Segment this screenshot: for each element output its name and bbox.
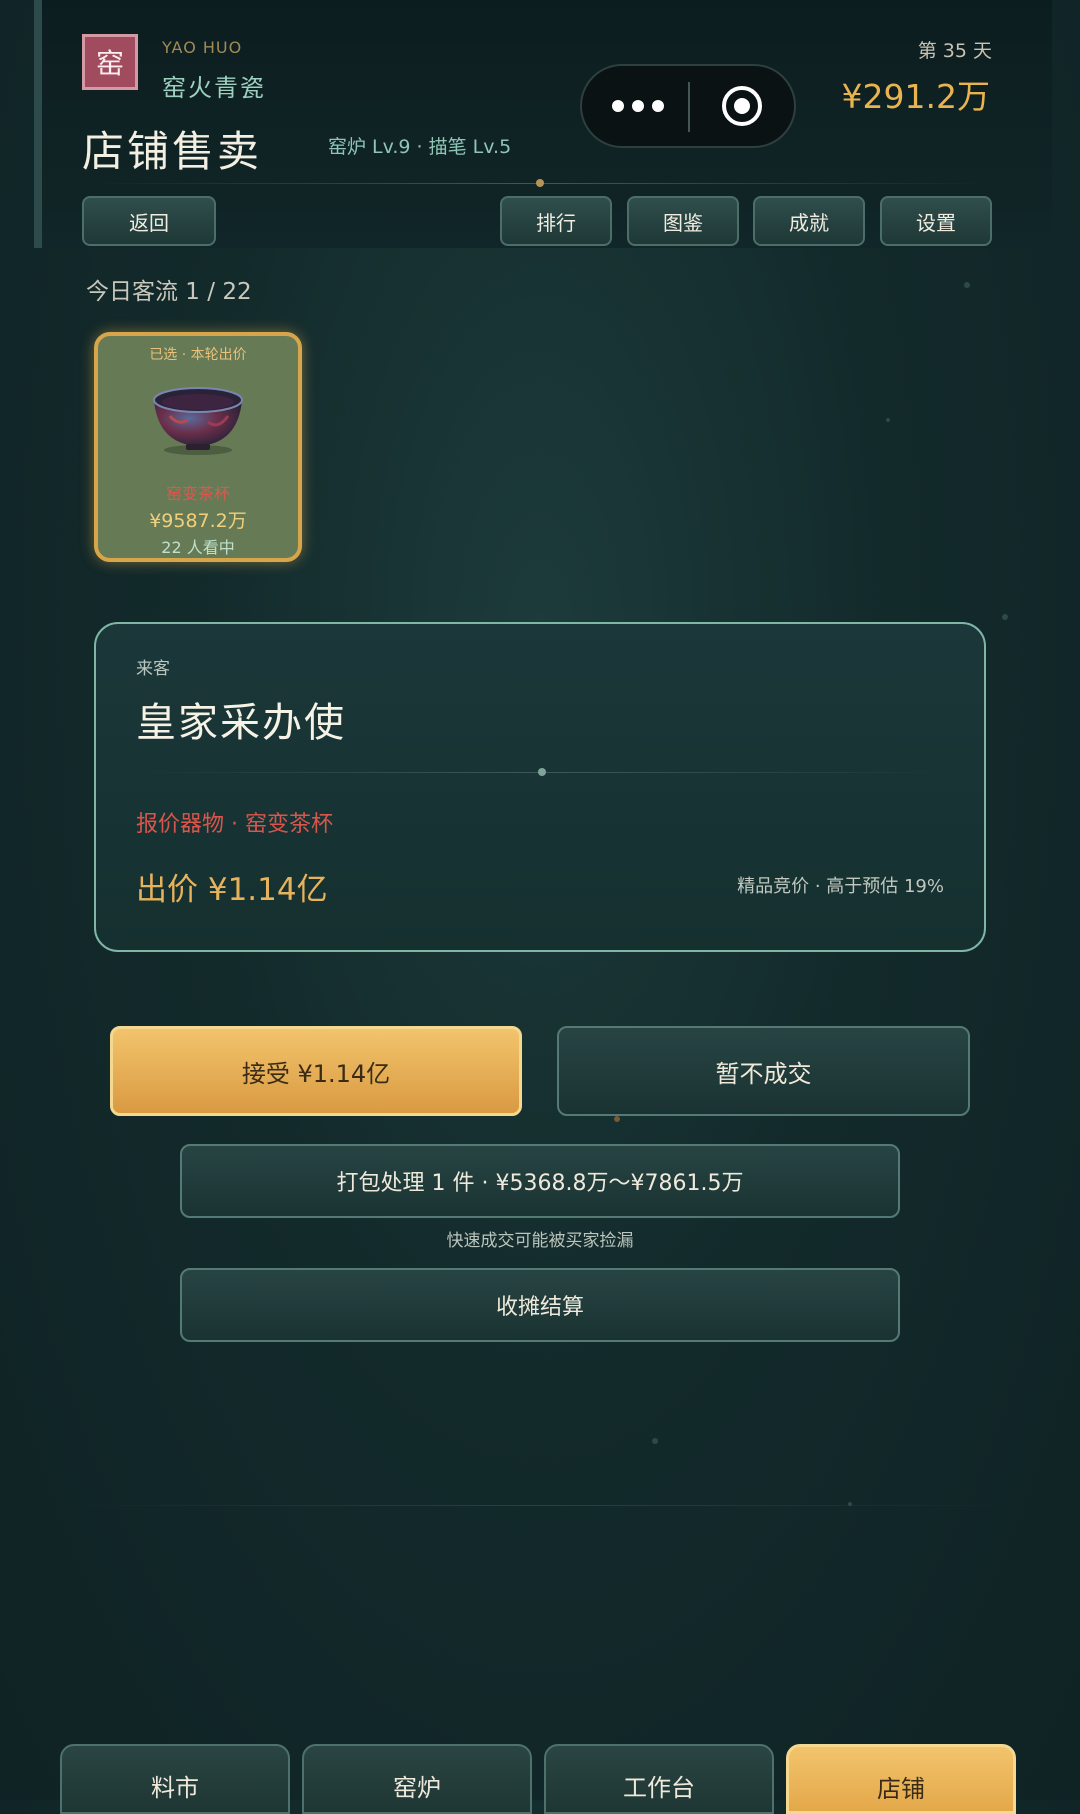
customer-panel: 来客 皇家采办使 报价器物 · 窑变茶杯 出价 ¥1.14亿 精品竞价 · 高于…	[94, 622, 986, 952]
item-price: ¥9587.2万	[149, 510, 247, 532]
customer-traffic: 今日客流 1 / 22	[86, 279, 252, 305]
background-speck	[652, 1438, 658, 1444]
item-watchers: 22 人看中	[161, 538, 235, 557]
brand-english-name: YAO HUO	[162, 38, 243, 57]
more-icon[interactable]	[612, 94, 682, 118]
background-speck	[964, 282, 970, 288]
offer-note: 精品竞价 · 高于预估 19%	[737, 876, 944, 897]
skill-levels: 窑炉 Lv.9 · 描笔 Lv.5	[328, 136, 512, 158]
quoted-item: 报价器物 · 窑变茶杯	[136, 812, 333, 837]
tea-cup-icon	[153, 387, 243, 455]
back-button[interactable]: 返回	[82, 196, 216, 246]
money-balance: ¥291.2万	[841, 77, 990, 116]
background-speck	[886, 418, 890, 422]
customer-label: 来客	[136, 659, 170, 679]
close-target-icon[interactable]	[722, 86, 762, 126]
item-status: 已选 · 本轮出价	[149, 347, 247, 363]
accept-offer-button[interactable]: 接受 ¥1.14亿	[110, 1026, 522, 1116]
decline-offer-button[interactable]: 暂不成交	[557, 1026, 970, 1116]
background-speck	[1002, 614, 1008, 620]
divider-ornament	[536, 179, 544, 187]
customer-name: 皇家采办使	[136, 700, 346, 746]
selected-item-card[interactable]: 已选 · 本轮出价 窑变茶杯 ¥9587.2万 22 人看中	[94, 332, 302, 562]
bundle-sell-button[interactable]: 打包处理 1 件 · ¥5368.8万～¥7861.5万	[180, 1144, 900, 1218]
background-line	[60, 1505, 1020, 1506]
achievements-button[interactable]: 成就	[753, 196, 865, 246]
miniprogram-capsule	[580, 64, 796, 148]
tab-material-market[interactable]: 料市	[60, 1744, 290, 1814]
catalog-button[interactable]: 图鉴	[627, 196, 739, 246]
bundle-hint: 快速成交可能被买家捡漏	[446, 1231, 634, 1251]
day-counter: 第 35 天	[917, 40, 992, 62]
brand-chinese-name: 窑火青瓷	[162, 74, 266, 102]
tab-workbench[interactable]: 工作台	[544, 1744, 774, 1814]
tab-kiln[interactable]: 窑炉	[302, 1744, 532, 1814]
item-name: 窑变茶杯	[165, 484, 230, 503]
settings-button[interactable]: 设置	[880, 196, 992, 246]
close-shop-button[interactable]: 收摊结算	[180, 1268, 900, 1342]
page-title: 店铺售卖	[82, 127, 263, 176]
customer-divider-ornament	[538, 768, 546, 776]
brand-seal-icon: 窑	[82, 34, 138, 90]
tab-shop[interactable]: 店铺	[786, 1744, 1016, 1814]
offer-price: 出价 ¥1.14亿	[136, 872, 328, 908]
rank-button[interactable]: 排行	[500, 196, 612, 246]
capsule-divider	[688, 82, 690, 132]
background-speck	[614, 1116, 620, 1122]
